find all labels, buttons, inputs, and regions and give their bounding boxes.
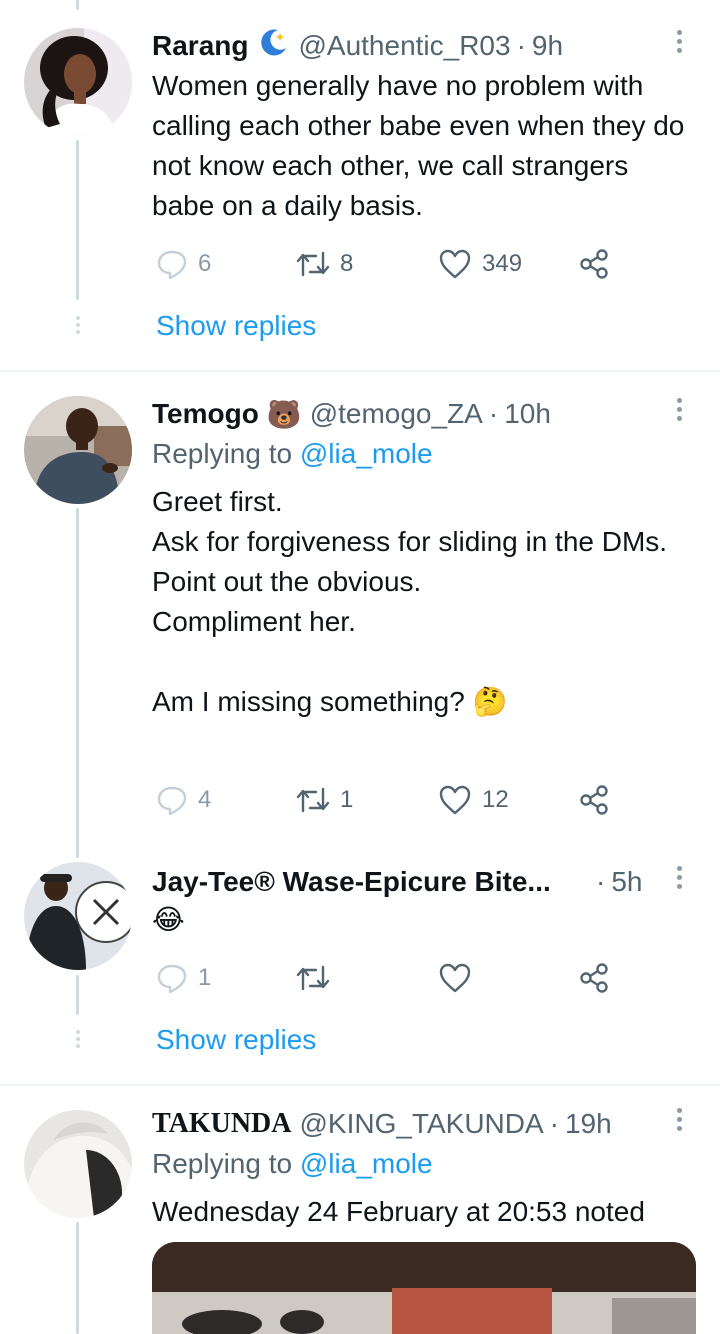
tweet-header: TAKUNDA @KING_TAKUNDA · 19h	[152, 1104, 612, 1144]
handle[interactable]: @temogo_ZA	[310, 398, 483, 430]
thread-line	[76, 975, 79, 1015]
action-bar: 6 8 349	[152, 244, 622, 284]
more-icon[interactable]	[675, 30, 683, 60]
timestamp[interactable]: 10h	[504, 398, 551, 430]
separator-dot: ·	[516, 30, 526, 61]
heart-icon	[439, 785, 471, 815]
tweet-text: 😂	[152, 904, 185, 935]
replying-to-handle[interactable]: @lia_mole	[300, 1148, 433, 1179]
retweet-count: 8	[340, 250, 354, 277]
heart-icon	[439, 963, 471, 993]
thread-dots	[76, 316, 80, 337]
reply-count: 6	[198, 250, 212, 277]
replying-to-label: Replying to	[152, 1148, 293, 1179]
share-icon	[580, 249, 608, 279]
tweet-text-content: Greet first. Ask for forgiveness for sli…	[152, 486, 668, 717]
retweet-button[interactable]	[296, 958, 330, 998]
avatar[interactable]	[24, 1110, 132, 1218]
reply-icon	[157, 786, 187, 816]
retweet-button[interactable]: 8	[296, 244, 353, 284]
share-button[interactable]	[578, 780, 610, 820]
share-icon	[580, 785, 608, 815]
tweet-header: Rarang @Authentic_R03 · 9h	[152, 26, 563, 66]
replying-to: Replying to @lia_mole	[152, 438, 433, 470]
share-button[interactable]	[578, 244, 610, 284]
show-replies-link[interactable]: Show replies	[156, 1024, 316, 1056]
replying-to: Replying to @lia_mole	[152, 1148, 433, 1180]
thread-line	[76, 508, 79, 858]
heart-icon	[439, 249, 471, 279]
thread-dots	[76, 1030, 80, 1051]
timestamp[interactable]: 5h	[611, 866, 642, 898]
display-name[interactable]: TAKUNDA	[152, 1108, 291, 1140]
thinking-emoji: 🤔	[472, 686, 508, 717]
tweet-media-image[interactable]	[152, 1242, 696, 1334]
share-icon	[580, 963, 608, 993]
display-name[interactable]: Rarang	[152, 30, 248, 62]
reply-icon	[157, 964, 187, 994]
avatar[interactable]	[24, 862, 132, 970]
reply-count: 1	[198, 964, 212, 991]
replying-to-handle[interactable]: @lia_mole	[300, 438, 433, 469]
handle[interactable]: @Authentic_R03	[298, 30, 510, 62]
divider	[0, 370, 720, 372]
action-bar: 4 1 12	[152, 780, 622, 820]
tweet-text: Wednesday 24 February at 20:53 noted	[152, 1196, 645, 1227]
retweet-count: 1	[340, 786, 354, 813]
show-replies-link[interactable]: Show replies	[156, 310, 316, 342]
reply-icon	[157, 250, 187, 280]
more-icon[interactable]	[675, 398, 683, 428]
handle[interactable]: @KING_TAKUNDA	[299, 1108, 543, 1140]
timestamp[interactable]: 9h	[532, 30, 563, 62]
like-button[interactable]: 12	[438, 780, 509, 820]
display-name[interactable]: Temogo	[152, 398, 259, 430]
reply-button[interactable]: 4	[156, 780, 211, 820]
thread-line	[76, 140, 79, 300]
like-button[interactable]	[438, 958, 472, 998]
like-count: 12	[482, 786, 509, 813]
more-icon[interactable]	[675, 866, 683, 896]
tweet-header: Jay-Tee® Wase-Epicure Bite...	[152, 862, 652, 902]
avatar[interactable]	[24, 28, 132, 136]
retweet-icon	[296, 251, 330, 277]
separator-dot: ·	[596, 866, 606, 897]
tweet-text: Greet first. Ask for forgiveness for sli…	[152, 482, 692, 722]
more-icon[interactable]	[675, 1108, 683, 1138]
tweet-header: Temogo 🐻 @temogo_ZA · 10h	[152, 394, 551, 434]
like-button[interactable]: 349	[438, 244, 522, 284]
reply-count: 4	[198, 786, 212, 813]
thread-line	[76, 1222, 79, 1334]
bear-emoji: 🐻	[266, 398, 302, 430]
reply-button[interactable]: 1	[156, 958, 211, 998]
moon-star-icon	[256, 26, 290, 67]
thread-line	[76, 0, 79, 10]
avatar[interactable]	[24, 396, 132, 504]
tweet-text: Women generally have no problem with cal…	[152, 70, 693, 221]
separator-dot: ·	[549, 1108, 559, 1139]
tweet-time-area: · 5h	[596, 862, 642, 902]
retweet-icon	[296, 965, 330, 991]
share-button[interactable]	[578, 958, 610, 998]
timestamp[interactable]: 19h	[565, 1108, 612, 1140]
action-bar: 1	[152, 958, 622, 998]
retweet-icon	[296, 787, 330, 813]
separator-dot: ·	[488, 398, 499, 429]
display-name[interactable]: Jay-Tee® Wase-Epicure Bite...	[152, 866, 551, 898]
reply-button[interactable]: 6	[156, 244, 211, 284]
retweet-button[interactable]: 1	[296, 780, 353, 820]
like-count: 349	[482, 250, 523, 277]
divider	[0, 1084, 720, 1086]
replying-to-label: Replying to	[152, 438, 293, 469]
